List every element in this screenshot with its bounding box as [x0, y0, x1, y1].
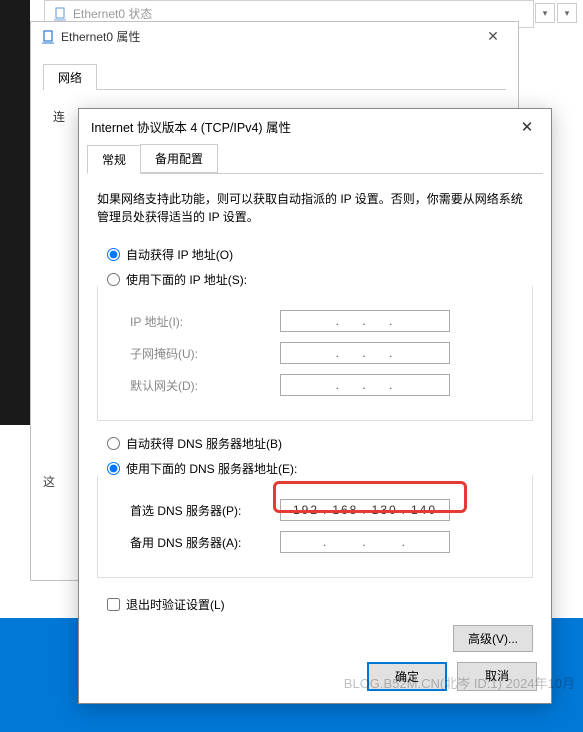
description-text: 如果网络支持此功能，则可以获取自动指派的 IP 设置。否则，你需要从网络系统管理…: [97, 190, 533, 226]
gateway-label: 默认网关(D):: [130, 377, 280, 394]
checkbox-label: 退出时验证设置(L): [126, 596, 225, 613]
radio-auto-dns[interactable]: 自动获得 DNS 服务器地址(B): [107, 435, 519, 452]
radio-auto-ip[interactable]: 自动获得 IP 地址(O): [107, 246, 519, 263]
network-icon: [41, 30, 55, 44]
radio-label: 自动获得 DNS 服务器地址(B): [126, 435, 282, 452]
ip-address-input: . . .: [280, 310, 450, 332]
ipv4-properties-dialog: Internet 协议版本 4 (TCP/IPv4) 属性 ✕ 常规 备用配置 …: [78, 108, 552, 704]
advanced-button[interactable]: 高级(V)...: [453, 625, 533, 652]
radio-input[interactable]: [107, 462, 120, 475]
radio-label: 使用下面的 IP 地址(S):: [126, 271, 247, 288]
tab-network[interactable]: 网络: [43, 64, 97, 90]
window-title: Ethernet0 属性: [61, 28, 140, 45]
dropdown-chip[interactable]: ▾: [535, 3, 555, 23]
radio-input[interactable]: [107, 248, 120, 261]
preferred-dns-label: 首选 DNS 服务器(P):: [130, 502, 280, 519]
radio-input[interactable]: [107, 273, 120, 286]
preferred-dns-input[interactable]: 192.168.130.140: [280, 499, 450, 521]
close-icon[interactable]: ✕: [478, 28, 508, 45]
background-toolbar: ▾ ▾: [535, 3, 577, 23]
subnet-mask-label: 子网掩码(U):: [130, 345, 280, 362]
gateway-input: . . .: [280, 374, 450, 396]
ip-address-label: IP 地址(I):: [130, 313, 280, 330]
checkbox-input[interactable]: [107, 598, 120, 611]
radio-input[interactable]: [107, 437, 120, 450]
validate-on-exit-checkbox[interactable]: 退出时验证设置(L): [107, 596, 533, 613]
window-title: Ethernet0 状态: [73, 5, 152, 22]
radio-label: 自动获得 IP 地址(O): [126, 246, 233, 263]
dropdown-chip[interactable]: ▾: [557, 3, 577, 23]
tab-alternate[interactable]: 备用配置: [140, 144, 218, 173]
watermark: BLOG.B52M.CN(北岑 ID:1) 2024年10月: [344, 673, 575, 692]
tab-general[interactable]: 常规: [87, 145, 141, 174]
alternate-dns-label: 备用 DNS 服务器(A):: [130, 534, 280, 551]
subnet-mask-input: . . .: [280, 342, 450, 364]
close-icon[interactable]: ✕: [507, 118, 547, 136]
dialog-title: Internet 协议版本 4 (TCP/IPv4) 属性: [91, 117, 291, 136]
alternate-dns-input[interactable]: ...: [280, 531, 450, 553]
section-label: 这: [43, 473, 55, 490]
network-icon: [53, 7, 67, 21]
